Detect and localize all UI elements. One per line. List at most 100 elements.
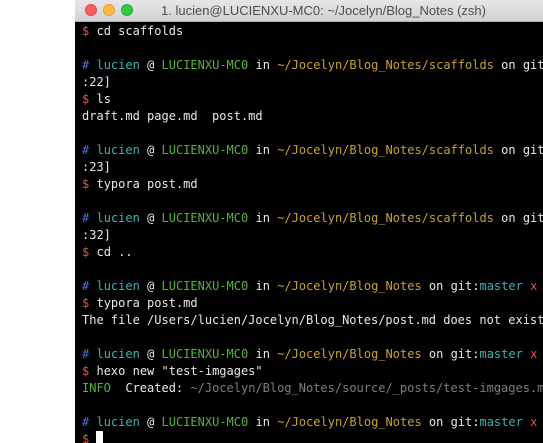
prompt-host: LUCIENXU-MC0 — [161, 415, 249, 429]
prompt-user: lucien — [96, 143, 140, 157]
prompt-in: in — [255, 279, 270, 293]
prompt-host: LUCIENXU-MC0 — [161, 143, 249, 157]
prompt-dollar: $ — [82, 364, 90, 378]
terminal-window: 1. lucien@LUCIENXU-MC0: ~/Jocelyn/Blog_N… — [75, 0, 543, 443]
command-line: $ typora post.md — [82, 176, 198, 193]
output-line: :23] — [82, 159, 111, 176]
prompt-at: @ — [147, 347, 155, 361]
minimize-window-button[interactable] — [103, 4, 115, 16]
prompt-dollar: $ — [82, 432, 90, 443]
prompt-at: @ — [147, 279, 155, 293]
prompt-user: lucien — [96, 211, 140, 225]
output-line: draft.md page.md post.md — [82, 108, 263, 125]
command-text: typora post.md — [96, 296, 198, 310]
info-line: INFO Created: ~/Jocelyn/Blog_Notes/sourc… — [82, 380, 543, 397]
prompt-on: on — [428, 347, 444, 361]
prompt-branch: master — [479, 415, 523, 429]
prompt-dirty-flag: x — [530, 279, 538, 293]
prompt-in: in — [255, 143, 270, 157]
prompt-git: git: — [450, 279, 480, 293]
prompt-user: lucien — [96, 58, 140, 72]
prompt-in: in — [255, 58, 270, 72]
prompt-on: on — [501, 211, 516, 225]
output-text: The file /Users/lucien/Jocelyn/Blog_Note… — [82, 313, 543, 327]
prompt-git: git: — [522, 211, 543, 225]
prompt-hash: # — [82, 58, 90, 72]
prompt-dollar: $ — [82, 296, 90, 310]
prompt-line: # lucien @ LUCIENXU-MC0 in ~/Jocelyn/Blo… — [82, 278, 543, 295]
prompt-dollar: $ — [82, 177, 90, 191]
prompt-dirty-flag: x — [530, 415, 538, 429]
prompt-branch: master — [479, 347, 523, 361]
prompt-user: lucien — [96, 279, 140, 293]
prompt-in: in — [255, 347, 270, 361]
prompt-user: lucien — [96, 415, 140, 429]
prompt-hash: # — [82, 143, 90, 157]
info-tag: INFO — [82, 381, 111, 395]
prompt-line: # lucien @ LUCIENXU-MC0 in ~/Jocelyn/Blo… — [82, 210, 543, 227]
command-text: typora post.md — [96, 177, 198, 191]
prompt-line: # lucien @ LUCIENXU-MC0 in ~/Jocelyn/Blo… — [82, 346, 543, 363]
prompt-path: ~/Jocelyn/Blog_Notes/scaffolds — [277, 58, 494, 72]
prompt-path: ~/Jocelyn/Blog_Notes/scaffolds — [277, 211, 494, 225]
close-window-button[interactable] — [85, 4, 97, 16]
prompt-path: ~/Jocelyn/Blog_Notes — [277, 415, 422, 429]
current-input-line: $ — [82, 431, 104, 443]
command-text: ls — [96, 92, 111, 106]
output-text: draft.md page.md post.md — [82, 109, 263, 123]
terminal-output[interactable]: $ cd scaffolds # lucien @ LUCIENXU-MC0 in… — [75, 22, 543, 443]
prompt-hash: # — [82, 415, 90, 429]
prompt-user: lucien — [96, 347, 140, 361]
info-label: Created: — [110, 381, 191, 395]
prompt-at: @ — [147, 58, 155, 72]
prompt-at: @ — [147, 211, 155, 225]
command-line: $ cd .. — [82, 244, 133, 261]
prompt-in: in — [255, 415, 270, 429]
zoom-window-button[interactable] — [121, 4, 133, 16]
prompt-branch: master — [479, 279, 523, 293]
prompt-on: on — [501, 58, 516, 72]
prompt-dollar: $ — [82, 92, 90, 106]
output-text: :22] — [82, 75, 111, 89]
prompt-dollar: $ — [82, 245, 90, 259]
prompt-in: in — [255, 211, 270, 225]
output-line: :22] — [82, 74, 111, 91]
prompt-git: git: — [522, 143, 543, 157]
prompt-at: @ — [147, 415, 155, 429]
command-text: cd .. — [96, 245, 133, 259]
prompt-path: ~/Jocelyn/Blog_Notes — [277, 279, 422, 293]
prompt-on: on — [428, 415, 444, 429]
prompt-git: git: — [450, 347, 480, 361]
prompt-path: ~/Jocelyn/Blog_Notes — [277, 347, 422, 361]
prompt-hash: # — [82, 347, 90, 361]
prompt-git: git: — [450, 415, 480, 429]
prompt-hash: # — [82, 279, 90, 293]
prompt-git: git: — [522, 58, 543, 72]
output-line: :32] — [82, 227, 111, 244]
prompt-line: # lucien @ LUCIENXU-MC0 in ~/Jocelyn/Blo… — [82, 142, 543, 159]
prompt-at: @ — [147, 143, 155, 157]
prompt-path: ~/Jocelyn/Blog_Notes/scaffolds — [277, 143, 494, 157]
command-line: $ cd scaffolds — [82, 23, 183, 40]
command-text: cd scaffolds — [96, 24, 184, 38]
output-line: The file /Users/lucien/Jocelyn/Blog_Note… — [82, 312, 543, 329]
command-text: hexo new "test-imgages" — [96, 364, 263, 378]
command-line: $ ls — [82, 91, 111, 108]
prompt-dollar: $ — [82, 24, 90, 38]
info-path: ~/Jocelyn/Blog_Notes/source/_posts/test-… — [190, 381, 543, 395]
prompt-on: on — [428, 279, 444, 293]
prompt-host: LUCIENXU-MC0 — [161, 211, 249, 225]
window-titlebar[interactable]: 1. lucien@LUCIENXU-MC0: ~/Jocelyn/Blog_N… — [75, 0, 543, 22]
prompt-dirty-flag: x — [530, 347, 538, 361]
prompt-line: # lucien @ LUCIENXU-MC0 in ~/Jocelyn/Blo… — [82, 414, 543, 431]
command-line: $ typora post.md — [82, 295, 198, 312]
text-cursor — [96, 431, 104, 443]
output-text: :23] — [82, 160, 111, 174]
prompt-host: LUCIENXU-MC0 — [161, 58, 249, 72]
prompt-line: # lucien @ LUCIENXU-MC0 in ~/Jocelyn/Blo… — [82, 57, 543, 74]
output-text: :32] — [82, 228, 111, 242]
window-title: 1. lucien@LUCIENXU-MC0: ~/Jocelyn/Blog_N… — [161, 3, 486, 18]
prompt-host: LUCIENXU-MC0 — [161, 279, 249, 293]
prompt-hash: # — [82, 211, 90, 225]
prompt-on: on — [501, 143, 516, 157]
